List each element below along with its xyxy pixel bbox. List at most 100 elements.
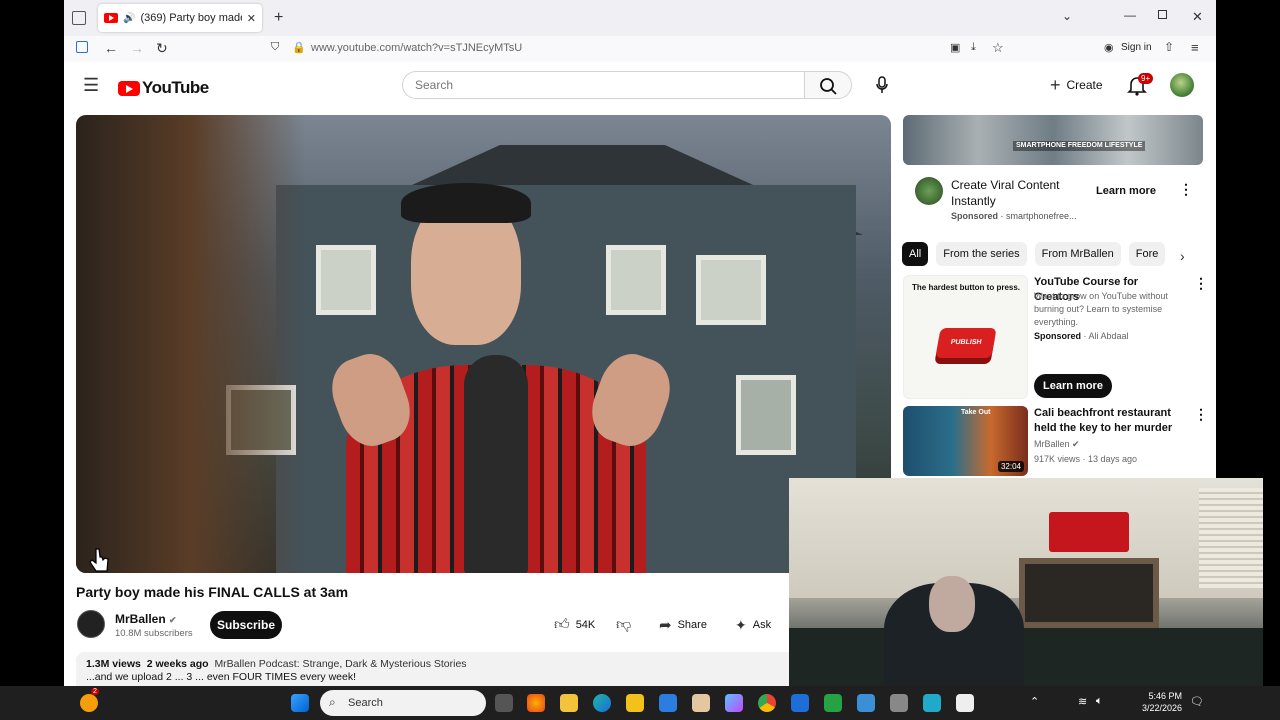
save-to-pocket-icon[interactable]: ⤓ [971,41,976,54]
clock[interactable]: 5:46 PM 3/22/2026 [1142,690,1182,714]
related-more-icon-2[interactable]: ⋮ [1194,406,1208,423]
related-channel-row-2[interactable]: MrBallen ✔ [1034,438,1080,451]
dislike-button[interactable]: 👎︎ [616,611,631,639]
volume-icon[interactable]: 🔈︎ [1096,695,1103,708]
view-count: 1.3M views [86,658,141,670]
tab-strip: 🔊 (369) Party boy made his FI ✕ + ⌄ — ✕ [64,0,1216,36]
reader-view-icon[interactable]: ▣ [950,41,960,54]
edge-icon[interactable] [593,694,611,712]
create-label: Create [1066,78,1103,92]
youtube-logo[interactable]: YouTube [118,78,209,98]
tab-list-icon[interactable] [72,11,86,25]
app-icon-4[interactable] [791,694,809,712]
description-line-1: MrBallen Podcast: Strange, Dark & Myster… [214,658,467,670]
menu-icon[interactable]: ≡ [1191,40,1199,55]
notification-count-badge: 9+ [1138,73,1154,84]
taskbar-search[interactable]: ⌕ Search [320,690,486,716]
sparkle-icon: ✦ [735,616,747,633]
close-window-icon[interactable]: ✕ [1192,9,1203,25]
hamburger-menu-icon[interactable]: ☰ [83,75,99,96]
chrome-icon[interactable] [758,694,776,712]
app-icon-9[interactable] [956,694,974,712]
clock-time: 5:46 PM [1148,691,1183,701]
search-icon: ⌕ [329,695,336,709]
channel-name[interactable]: MrBallen [115,612,166,626]
video-frame-host [316,165,680,573]
related-thumbnail-2[interactable]: Take Out 32:04 [903,406,1028,476]
chip-fore[interactable]: Fore [1128,242,1166,266]
ad-more-options-icon[interactable]: ⋮ [1179,181,1193,198]
back-icon[interactable]: ← [104,40,118,56]
ask-label: Ask [752,619,772,631]
signin-link[interactable]: Sign in [1121,42,1152,53]
channel-name-row[interactable]: MrBallen ✔ [115,612,177,626]
app-icon-1[interactable] [659,694,677,712]
verified-icon: ✔ [1072,439,1080,449]
ask-button[interactable]: ✦ Ask [735,611,771,639]
extensions-icon[interactable]: ⇧ [1164,40,1174,54]
store-icon[interactable] [626,694,644,712]
windows-start-icon[interactable] [291,694,309,712]
wifi-icon[interactable]: ≋ [1078,695,1087,708]
tray-chevron-icon[interactable]: ⌃ [1030,695,1039,708]
restore-icon[interactable] [1158,10,1167,19]
speaker-icon[interactable]: 🔊 [123,13,135,24]
notification-center-icon[interactable]: 🗨︎ [1190,695,1204,708]
chip-from-the-series[interactable]: From the series [936,242,1027,266]
close-tab-icon[interactable]: ✕ [247,12,256,25]
share-button[interactable]: ➦ Share [659,611,707,639]
chip-from-mrballen[interactable]: From MrBallen [1034,242,1121,266]
lock-icon[interactable]: 🔒 [292,41,306,54]
file-explorer-icon[interactable] [560,694,578,712]
ad-title[interactable]: Create Viral Content Instantly [951,177,1086,209]
related-desc-1: Want to grow on YouTube without burning … [1034,291,1168,327]
related-title-2[interactable]: Cali beachfront restaurant held the key … [1034,406,1182,436]
reload-icon[interactable]: ↻ [156,40,168,57]
video-player[interactable] [76,115,891,573]
user-avatar[interactable] [1170,73,1194,97]
minimize-icon[interactable]: — [1124,8,1136,22]
ad-banner-text: SMARTPHONE FREEDOM LIFESTYLE [1013,141,1146,151]
advertiser-avatar[interactable] [915,177,943,205]
like-button[interactable]: 👍︎ 54K [554,611,595,639]
widgets-badge: 2 [91,688,99,695]
fireplace-image [1019,558,1159,628]
address-bar[interactable]: www.youtube.com/watch?v=sTJNEcyMTsU [311,42,522,54]
ad-banner-image[interactable]: SMARTPHONE FREEDOM LIFESTYLE [903,115,1203,165]
search-button[interactable] [804,71,852,99]
description-box[interactable]: 1.3M views 2 weeks ago MrBallen Podcast:… [76,652,796,686]
mouse-cursor-icon [89,548,109,572]
account-icon: ◉ [1104,42,1114,54]
firefox-icon[interactable] [527,694,545,712]
shield-icon[interactable]: ⛉ [271,41,279,54]
related-more-icon-1[interactable]: ⋮ [1194,275,1208,292]
related-channel-2[interactable]: MrBallen [1034,439,1070,449]
task-view-icon[interactable] [495,694,513,712]
tab-youtube[interactable]: 🔊 (369) Party boy made his FI ✕ [98,4,262,32]
app-icon-5[interactable] [824,694,842,712]
search-input[interactable]: Search [402,71,804,99]
ad-learn-more-button[interactable]: Learn more [1086,177,1166,205]
bookmark-star-icon[interactable]: ☆ [992,40,1004,56]
create-button[interactable]: + Create [1044,72,1109,98]
new-tab-icon[interactable]: + [274,9,283,27]
taskbar-search-label: Search [348,697,383,709]
related-thumbnail-1[interactable]: The hardest button to press. PUBLISH [903,275,1028,399]
upload-age: 2 weeks ago [146,658,209,670]
voice-search-button[interactable] [868,71,896,99]
chip-all[interactable]: All [902,242,929,266]
app-icon-7[interactable] [890,694,908,712]
widgets-icon[interactable] [80,694,98,712]
channel-avatar[interactable] [77,610,105,638]
app-icon-6[interactable] [857,694,875,712]
sidebar-toggle-icon[interactable] [76,41,88,53]
related-learn-more-button[interactable]: Learn more [1034,374,1112,398]
app-icon-3[interactable] [725,694,743,712]
app-icon-2[interactable] [692,694,710,712]
chevron-right-icon[interactable]: › [1180,248,1185,264]
wall-sign-image [1049,512,1129,552]
subscribe-button[interactable]: Subscribe [210,611,282,639]
app-icon-8[interactable] [923,694,941,712]
forward-icon[interactable]: → [130,40,144,56]
chevron-down-icon[interactable]: ⌄ [1062,9,1072,23]
